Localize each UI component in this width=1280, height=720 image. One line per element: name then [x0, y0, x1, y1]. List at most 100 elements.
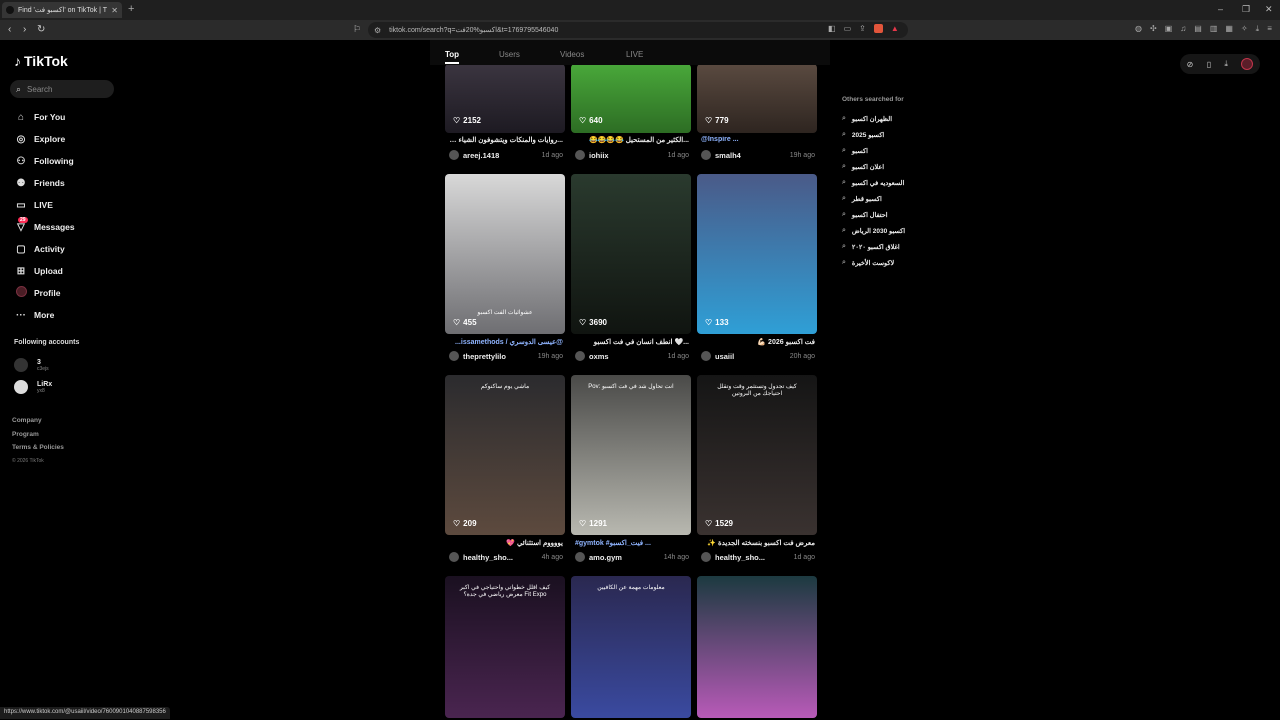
forward-icon[interactable]: ›	[23, 24, 26, 35]
tab-close-icon[interactable]: ✕	[111, 6, 118, 15]
share-icon[interactable]: ⇪	[859, 24, 866, 33]
video-thumbnail[interactable]	[697, 375, 817, 535]
video-description[interactable]: ...روايات والمنكات ويتشوفون الشياء رهيبه	[449, 136, 563, 144]
username[interactable]: amo.gym	[589, 553, 664, 562]
tiktok-logo[interactable]: ♪ TikTok	[14, 53, 68, 69]
username[interactable]: oxms	[589, 352, 668, 361]
wallet-icon[interactable]: ▣	[1165, 24, 1173, 34]
browser-tab[interactable]: Find 'اكسبو فت' on TikTok | TikTok ✕	[2, 2, 122, 18]
sidebar-item-label: For You	[34, 112, 66, 122]
suggestion-item[interactable]: ⌕ الظهران اكسبو	[842, 115, 892, 123]
video-thumbnail[interactable]	[445, 375, 565, 535]
suggestion-item[interactable]: ⌕ اعلان اكسبو	[842, 163, 884, 171]
sidebar-item-messages[interactable]: ▽ 29 Messages	[14, 216, 75, 238]
music-icon[interactable]: ♫	[1180, 24, 1186, 34]
video-thumbnail[interactable]	[571, 576, 691, 718]
username[interactable]: healthy_sho...	[463, 553, 542, 562]
video-thumbnail[interactable]	[571, 174, 691, 334]
footer-link-terms[interactable]: Terms & Policies	[12, 444, 64, 458]
avatar[interactable]	[701, 552, 711, 562]
tab-live[interactable]: LIVE	[626, 50, 643, 59]
restore-icon[interactable]: ❐	[1242, 4, 1250, 15]
sidebar-item-more[interactable]: ··· More	[14, 304, 75, 326]
site-info-icon[interactable]: ⚙	[374, 26, 381, 35]
cast-icon[interactable]: ▭	[844, 24, 852, 33]
sidebar-toggle-icon[interactable]: ▥	[1210, 24, 1218, 34]
avatar[interactable]	[449, 351, 459, 361]
suggestion-item[interactable]: ⌕ اكسبو 2030 الرياض	[842, 227, 905, 235]
sidebar-item-upload[interactable]: ⊞ Upload	[14, 260, 75, 282]
video-description[interactable]: @Inspire ...	[701, 136, 815, 143]
video-thumbnail[interactable]	[571, 375, 691, 535]
tab-videos[interactable]: Videos	[560, 50, 584, 59]
avatar[interactable]	[1241, 58, 1254, 70]
username[interactable]: areej.1418	[463, 151, 542, 160]
reload-icon[interactable]: ↻	[37, 24, 45, 35]
rewards-icon[interactable]: ▲	[891, 24, 899, 33]
device-icon[interactable]: ▯	[1207, 60, 1211, 69]
avatar[interactable]	[575, 150, 585, 160]
sidebar-item-friends[interactable]: ⚉ Friends	[14, 172, 75, 194]
menu-icon[interactable]: ≡	[1267, 24, 1272, 34]
close-window-icon[interactable]: ✕	[1265, 4, 1273, 15]
avatar[interactable]	[449, 552, 459, 562]
suggestion-item[interactable]: ⌕ اكسبو 2025	[842, 131, 884, 139]
tab-users[interactable]: Users	[499, 50, 520, 59]
suggestion-item[interactable]: ⌕ احتفال اكسبو	[842, 211, 888, 219]
tab-top[interactable]: Top	[445, 50, 459, 59]
avatar[interactable]	[575, 552, 585, 562]
avatar[interactable]	[701, 150, 711, 160]
following-account[interactable]: LiRx yx8	[14, 380, 52, 394]
footer-link-program[interactable]: Program	[12, 431, 64, 445]
screenshot-icon[interactable]: ▦	[1225, 24, 1233, 34]
suggestion-item[interactable]: ⌕ اكسبو قطر	[842, 195, 882, 203]
back-icon[interactable]: ‹	[8, 24, 11, 35]
video-thumbnail[interactable]	[697, 174, 817, 334]
video-description[interactable]: @عيسى الدوسري / issamethods...	[449, 338, 563, 346]
like-count-value: 1529	[715, 519, 733, 528]
video-description[interactable]: #gymtok #فيت_اكسبو ...	[575, 539, 689, 547]
brave-shield-icon[interactable]	[873, 24, 883, 33]
bookmark-icon[interactable]: ⚐	[353, 24, 361, 35]
username[interactable]: iohiix	[589, 151, 668, 160]
messages-icon: ▽ 29	[17, 216, 28, 233]
video-description[interactable]: يووووم استثنائي 💖	[449, 539, 563, 547]
video-thumbnail[interactable]	[697, 576, 817, 718]
sidebar-item-explore[interactable]: ◎ Explore	[14, 128, 75, 150]
username[interactable]: theprettylilo	[463, 352, 538, 361]
minimize-icon[interactable]: –	[1218, 4, 1223, 14]
suggestion-item[interactable]: ⌕ السعوديه في اكسبو	[842, 179, 904, 187]
username[interactable]: healthy_sho...	[715, 553, 794, 562]
avatar[interactable]	[575, 351, 585, 361]
suggestion-item[interactable]: ⌕ اغلاق اكسبو ٢٠٢٠	[842, 243, 900, 251]
avatar[interactable]	[701, 351, 711, 361]
download-icon[interactable]: ⤓	[1224, 59, 1228, 69]
suggestion-item[interactable]: ⌕ لاكوست الأخيرة	[842, 259, 894, 267]
sidebar-item-live[interactable]: ▭ LIVE	[14, 194, 75, 216]
download-icon[interactable]: ⤓	[1256, 24, 1260, 34]
sidebar-item-profile[interactable]: Profile	[14, 282, 75, 304]
media-icon[interactable]: ▤	[1194, 24, 1202, 34]
sidebar-item-following[interactable]: ⚇ Following	[14, 150, 75, 172]
username[interactable]: smalh4	[715, 151, 790, 160]
sidebar-item-activity[interactable]: ▢ Activity	[14, 238, 75, 260]
new-tab-icon[interactable]: +	[128, 3, 134, 15]
extension-icon[interactable]: ◍	[1135, 24, 1142, 34]
ai-icon[interactable]: ✧	[1241, 24, 1248, 34]
footer-link-company[interactable]: Company	[12, 417, 64, 431]
video-description[interactable]: ...🤍 انطف انسان في فت اكسبو	[575, 338, 689, 346]
sidebar-item-for-you[interactable]: ⌂ For You	[14, 106, 75, 128]
compass-icon[interactable]: ⊘	[1187, 60, 1194, 69]
search-input[interactable]: ⌕ Search	[10, 80, 114, 98]
avatar[interactable]	[449, 150, 459, 160]
following-account[interactable]: 3 c3ejs	[14, 358, 49, 372]
puzzle-icon[interactable]: ✣	[1150, 24, 1157, 34]
suggestion-item[interactable]: ⌕ اكسبو	[842, 147, 868, 155]
post-time: 19h ago	[537, 352, 563, 360]
video-description[interactable]: فت اكسبو 2026 💪🏻	[701, 338, 815, 346]
username[interactable]: usaiil	[715, 352, 790, 361]
video-description[interactable]: معرض فت اكسبو بنسخته الجديدة ✨	[701, 539, 815, 547]
address-bar[interactable]: ⚙ tiktok.com/search?q=اكسبو%20فت&t=17697…	[368, 22, 908, 38]
video-description[interactable]: ...الكثير من المستحيل 😂😂😂😂	[575, 136, 689, 144]
mute-icon[interactable]: ◧	[828, 24, 836, 33]
